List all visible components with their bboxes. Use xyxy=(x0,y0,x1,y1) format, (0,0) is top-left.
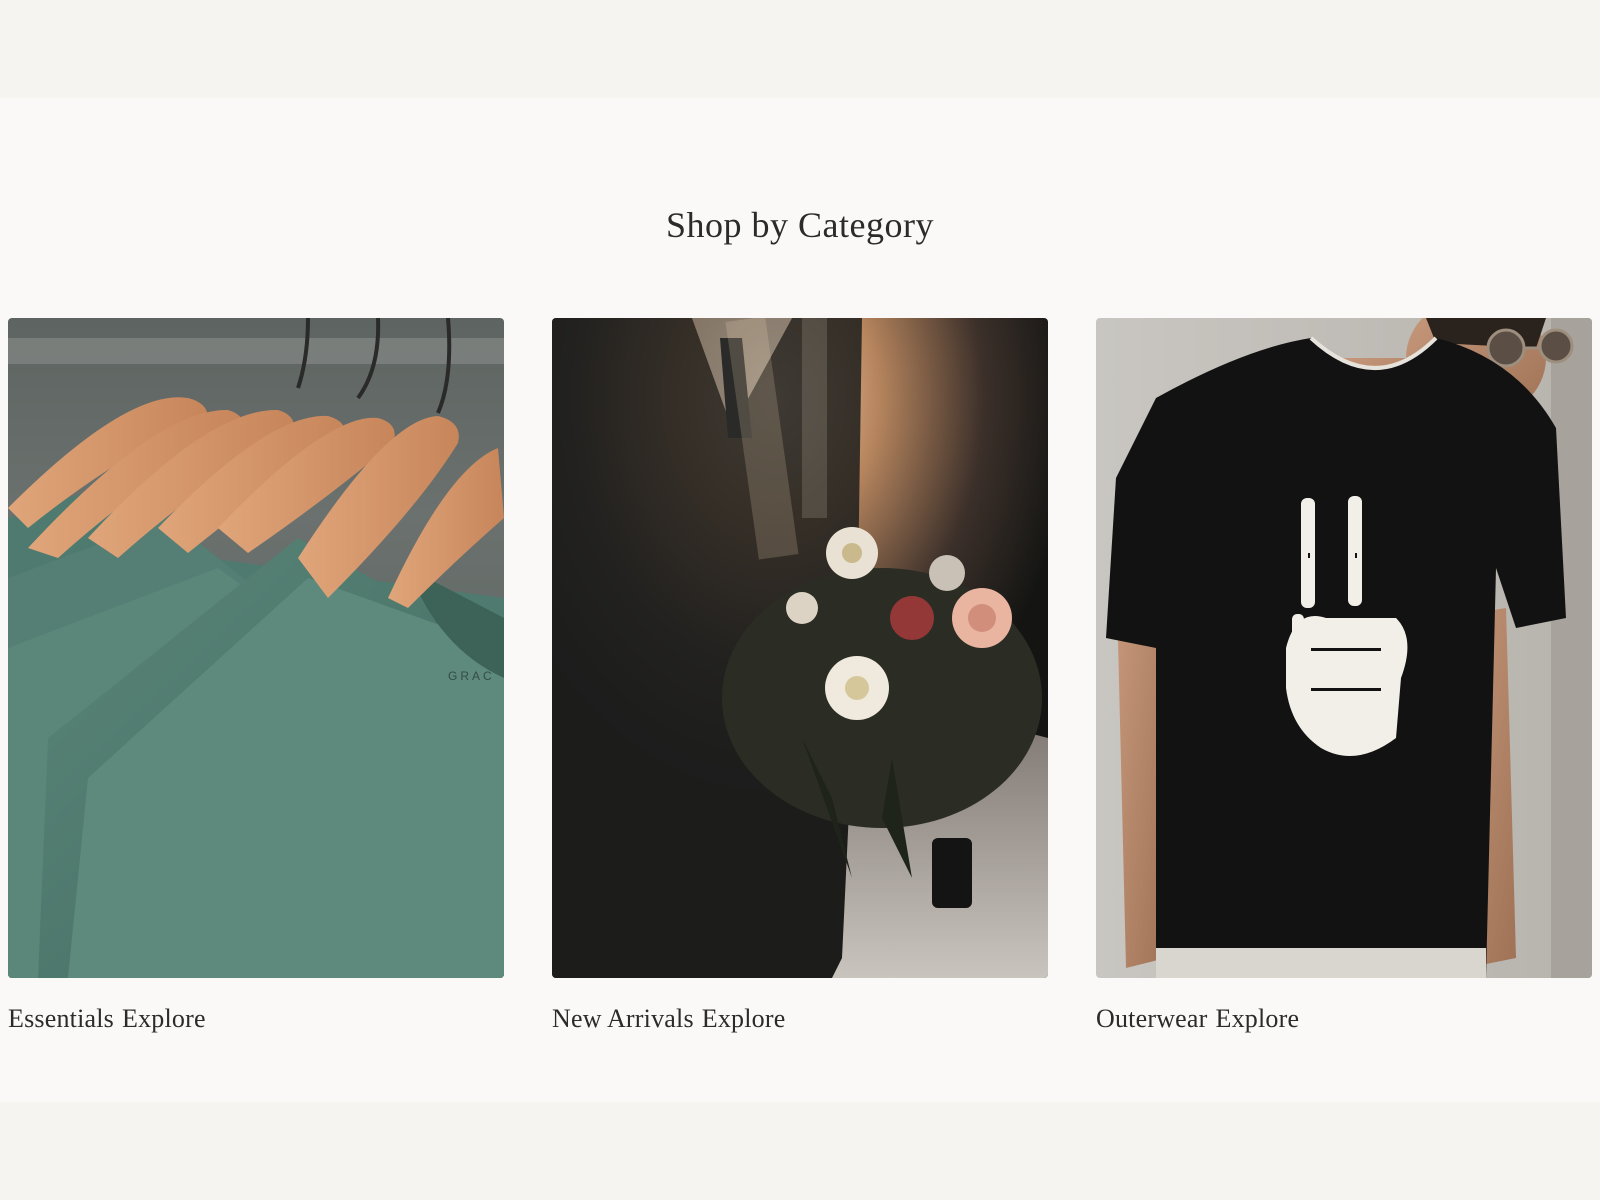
tshirts-on-hangers-image: GRAC xyxy=(8,318,504,978)
category-card-outerwear[interactable]: Outerwear Explore xyxy=(1096,318,1592,1034)
category-image-outerwear[interactable] xyxy=(1096,318,1592,978)
category-name: Outerwear xyxy=(1096,1004,1208,1033)
top-band xyxy=(0,0,1600,98)
category-name: New Arrivals xyxy=(552,1004,694,1033)
explore-link[interactable]: Explore xyxy=(702,1004,786,1034)
category-image-new-arrivals[interactable] xyxy=(552,318,1048,978)
explore-link[interactable]: Explore xyxy=(122,1004,206,1034)
category-image-essentials[interactable]: GRAC xyxy=(8,318,504,978)
category-grid: GRAC Essentials Explore New Arrivals Exp… xyxy=(8,318,1592,1034)
bottom-band xyxy=(0,1102,1600,1200)
category-name: Essentials xyxy=(8,1004,114,1033)
category-caption-essentials: Essentials Explore xyxy=(8,1004,504,1034)
shop-by-category-section: Shop by Category GRAC Essentials Explore… xyxy=(0,98,1600,1102)
explore-link[interactable]: Explore xyxy=(1216,1004,1300,1034)
section-title: Shop by Category xyxy=(666,205,934,245)
category-card-essentials[interactable]: GRAC Essentials Explore xyxy=(8,318,504,1034)
category-caption-outerwear: Outerwear Explore xyxy=(1096,1004,1592,1034)
svg-text:GRAC: GRAC xyxy=(448,669,495,683)
category-card-new-arrivals[interactable]: New Arrivals Explore xyxy=(552,318,1048,1034)
wedding-bouquet-image xyxy=(552,318,1048,978)
category-caption-new-arrivals: New Arrivals Explore xyxy=(552,1004,1048,1034)
skeleton-peace-tshirt-image xyxy=(1096,318,1592,978)
